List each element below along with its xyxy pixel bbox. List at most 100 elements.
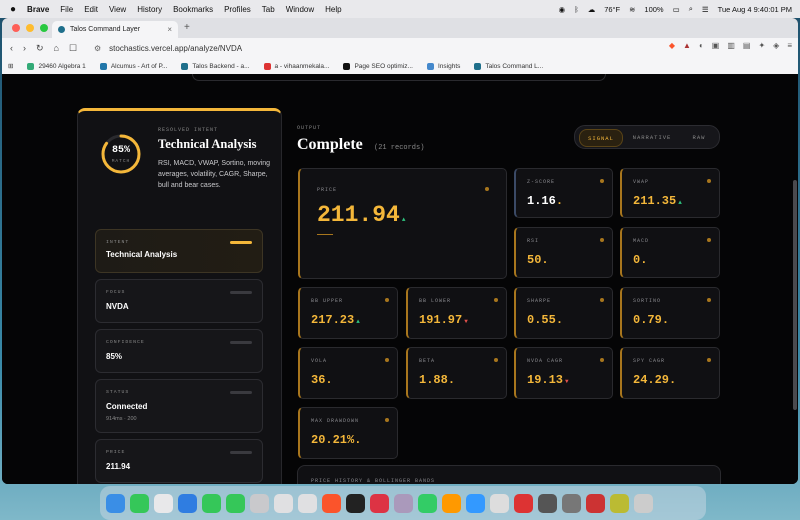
app-store-icon[interactable] (178, 493, 197, 513)
menu-help[interactable]: Help (325, 5, 341, 14)
home-icon[interactable]: ⌂ (54, 43, 59, 54)
bookmark-icon[interactable]: ☐ (69, 43, 77, 54)
card-key: STATUS (106, 390, 130, 395)
app-icon[interactable] (514, 493, 533, 513)
terminal-icon[interactable] (538, 493, 557, 513)
sidebar-toggle-icon[interactable]: ▥ (727, 41, 735, 50)
card-value: Connected (106, 402, 148, 411)
menu-file[interactable]: File (60, 5, 73, 14)
bookmark-item[interactable]: a - vihaanmekala... (263, 62, 329, 70)
calendar-icon[interactable] (250, 493, 269, 513)
status-icon[interactable]: ◉ (559, 5, 566, 14)
card-price[interactable]: PRICE 211.94 (95, 439, 263, 483)
bookmark-item[interactable]: Talos Command L... (474, 62, 543, 70)
metric-dot (385, 418, 389, 422)
settings-icon[interactable] (490, 493, 509, 513)
messages-icon[interactable] (130, 493, 149, 513)
reload-icon[interactable]: ↻ (36, 43, 44, 54)
music-icon[interactable] (370, 493, 389, 513)
wallet-icon[interactable]: ▤ (743, 41, 751, 50)
card-focus[interactable]: FOCUS NVDA (95, 279, 263, 323)
weather-icon[interactable]: ☁ (588, 5, 596, 14)
bookmark-item[interactable]: Alcumus - Art of P... (99, 62, 167, 70)
minimize-window-icon[interactable] (26, 24, 34, 32)
finder-icon[interactable] (106, 493, 125, 513)
notes-icon[interactable] (274, 493, 293, 513)
menu-profiles[interactable]: Profiles (224, 5, 251, 14)
wifi-icon[interactable]: ≋ (629, 5, 635, 14)
leo-ai-icon[interactable]: ✦ (758, 41, 765, 50)
new-tab-button[interactable]: + (184, 22, 190, 33)
app-icon[interactable] (610, 493, 629, 513)
price-history-panel: PRICE HISTORY & BOLLINGER BANDS (297, 465, 721, 484)
photos-icon[interactable] (154, 493, 173, 513)
battery-icon[interactable]: ▭ (673, 5, 680, 14)
extensions-icon[interactable]: ▣ (712, 41, 720, 50)
card-value: Technical Analysis (106, 250, 178, 259)
weather-temp[interactable]: 76°F (604, 5, 620, 14)
mode-narrative-button[interactable]: NARRATIVE (627, 129, 677, 145)
bookmark-item[interactable]: Talos Backend - a... (181, 62, 250, 70)
clock[interactable]: Tue Aug 4 9:40:01 PM (718, 5, 792, 14)
metric-dot (600, 298, 604, 302)
utility-icon[interactable] (562, 493, 581, 513)
menu-tab[interactable]: Tab (262, 5, 275, 14)
address-bar[interactable]: ⚙ stochastics.vercel.app/analyze/NVDA (94, 41, 584, 55)
card-intent[interactable]: INTENT Technical Analysis (95, 229, 263, 273)
forward-icon[interactable]: › (23, 43, 26, 54)
scrollbar[interactable] (793, 180, 797, 410)
url-text[interactable]: stochastics.vercel.app/analyze/NVDA (109, 44, 242, 53)
talos-favicon-icon (58, 26, 65, 33)
numbers-icon[interactable] (418, 493, 437, 513)
keynote-icon[interactable] (466, 493, 485, 513)
reminders-icon[interactable] (298, 493, 317, 513)
brave-shields-icon[interactable]: ◆ (669, 41, 675, 50)
tab-talos[interactable]: Talos Command Layer × (52, 21, 178, 38)
back-icon[interactable]: ‹ (10, 43, 13, 54)
trash-icon[interactable] (634, 493, 653, 513)
close-window-icon[interactable] (12, 24, 20, 32)
metric-max-drawdown: MAX DRAWDOWN 20.21%. (298, 407, 398, 459)
tv-icon[interactable] (346, 493, 365, 513)
card-confidence[interactable]: CONFIDENCE 85% (95, 329, 263, 373)
phone-icon[interactable] (226, 493, 245, 513)
trend-up-icon: ▲ (356, 318, 360, 325)
mode-signal-button[interactable]: SIGNAL (579, 129, 623, 147)
metric-value: 20.21%. (311, 433, 362, 447)
card-status[interactable]: STATUS Connected 914ms · 200 (95, 379, 263, 433)
bookmark-item[interactable]: 29460 Algebra 1 (27, 62, 86, 70)
extension-icon[interactable]: ◐ (699, 41, 704, 50)
menu-window[interactable]: Window (286, 5, 314, 14)
apps-grid-icon[interactable]: ⊞ (8, 62, 13, 70)
brave-icon[interactable] (322, 493, 341, 513)
menu-history[interactable]: History (137, 5, 162, 14)
metric-zscore: Z-SCORE 1.16. (514, 168, 613, 218)
site-settings-icon[interactable]: ⚙ (94, 44, 101, 53)
menu-icon[interactable]: ≡ (787, 41, 792, 50)
match-gauge: 85% MATCH (100, 133, 142, 175)
bookmark-item[interactable]: Insights (426, 62, 460, 70)
mode-raw-button[interactable]: RAW (683, 129, 715, 145)
facetime-icon[interactable] (202, 493, 221, 513)
pages-icon[interactable] (442, 493, 461, 513)
podcasts-icon[interactable] (394, 493, 413, 513)
menu-app-name[interactable]: Brave (27, 5, 49, 14)
battery-percent[interactable]: 100% (644, 5, 663, 14)
bluetooth-icon[interactable]: ᛒ (574, 5, 579, 14)
control-center-icon[interactable]: ☰ (702, 5, 709, 14)
metric-value: 0. (633, 253, 648, 267)
menu-bookmarks[interactable]: Bookmarks (173, 5, 213, 14)
apple-menu-icon[interactable]: ● (10, 4, 16, 15)
menu-edit[interactable]: Edit (84, 5, 98, 14)
close-tab-icon[interactable]: × (167, 25, 172, 34)
app-icon[interactable] (586, 493, 605, 513)
bookmark-item[interactable]: Page SEO optimiz... (343, 62, 413, 70)
output-panel: OUTPUT Complete (21 records) SIGNAL NARR… (297, 74, 721, 484)
metric-value: 191.97 ▼ (419, 313, 468, 327)
metric-value: 50. (527, 253, 549, 267)
brave-rewards-icon[interactable]: ▲ (683, 41, 691, 50)
menu-view[interactable]: View (109, 5, 126, 14)
search-icon[interactable]: ⌕ (689, 4, 693, 14)
vpn-icon[interactable]: ◈ (773, 41, 779, 50)
zoom-window-icon[interactable] (40, 24, 48, 32)
